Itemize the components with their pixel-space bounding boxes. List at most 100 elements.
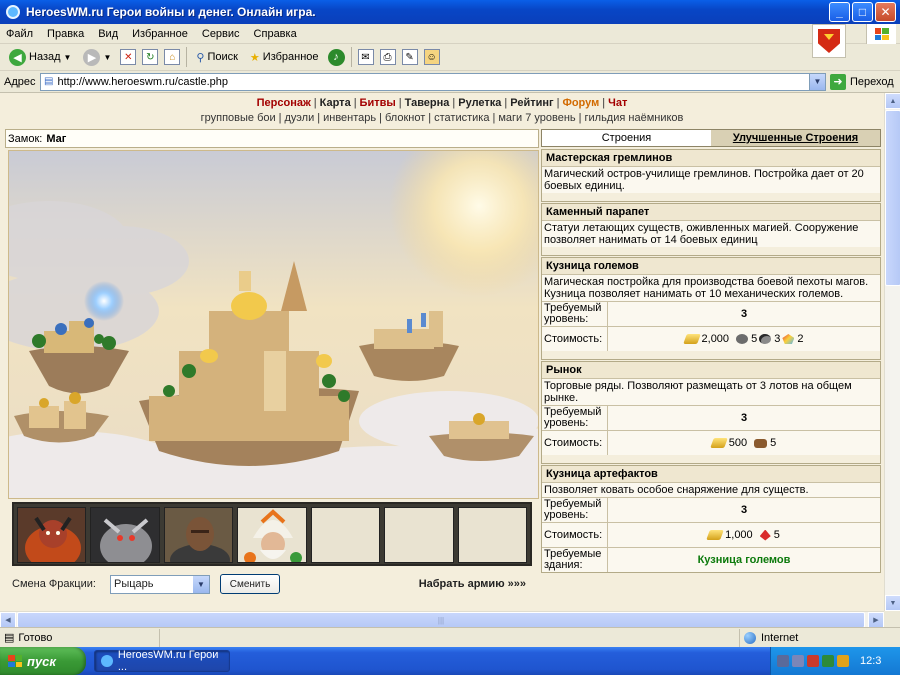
required-buildings-value[interactable]: Кузница големов	[608, 548, 880, 572]
nav-link[interactable]: Битвы	[360, 97, 396, 109]
window-titlebar: HeroesWM.ru Герои войны и денег. Онлайн …	[0, 0, 900, 24]
castle-header: Замок: Маг	[5, 129, 539, 148]
refresh-icon[interactable]: ↻	[142, 49, 159, 65]
taskbar-ie-window[interactable]: HeroesWM.ru Герои ...	[94, 649, 230, 673]
required-level-value: 3	[740, 412, 748, 424]
media-icon[interactable]: ♪	[327, 48, 345, 66]
wood-icon	[754, 438, 768, 448]
menu-view[interactable]: Вид	[98, 28, 118, 40]
nav-link[interactable]: Персонаж	[257, 97, 311, 109]
building-item: Мастерская гремлинов Магический остров-у…	[541, 149, 881, 202]
edit-icon[interactable]: ✎	[401, 49, 418, 65]
tab-upgraded-buildings[interactable]: Улучшенные Строения	[711, 130, 880, 146]
buildings-tabs: Строения Улучшенные Строения	[541, 129, 881, 147]
building-title: Кузница големов	[542, 258, 880, 274]
addon-tray-icon[interactable]	[837, 655, 849, 667]
hero-slot-4[interactable]	[237, 507, 307, 563]
tab-buildings[interactable]: Строения	[542, 130, 711, 146]
subnav-link[interactable]: статистика	[434, 112, 489, 124]
maximize-button[interactable]: □	[852, 2, 873, 22]
windows-flag-icon	[8, 655, 22, 667]
nav-link[interactable]: Рейтинг	[510, 97, 553, 109]
change-faction-button[interactable]: Сменить	[220, 574, 280, 594]
subnav-link[interactable]: дуэли	[285, 112, 315, 124]
faction-select[interactable]: Рыцарь ▼	[110, 574, 210, 594]
building-item: Кузница артефактов Позволяет ковать особ…	[541, 465, 881, 573]
scroll-left-icon[interactable]: ◀	[0, 612, 16, 628]
building-title: Каменный парапет	[542, 204, 880, 220]
building-item: Кузница големов Магическая постройка для…	[541, 257, 881, 360]
subnav-link[interactable]: гильдия наёмников	[585, 112, 684, 124]
nav-link[interactable]: Карта	[320, 97, 351, 109]
building-description: Позволяет ковать особое снаряжение для с…	[542, 482, 880, 497]
castle-name: Маг	[46, 132, 67, 145]
scroll-up-icon[interactable]: ▲	[885, 93, 900, 109]
forward-arrow-icon: ▶	[83, 48, 101, 66]
forward-button[interactable]: ▶ ▼	[80, 46, 114, 68]
hero-slot-1[interactable]	[17, 507, 87, 563]
building-description: Торговые ряды. Позволяют размещать от 3 …	[542, 378, 880, 405]
cost-label: Стоимость:	[542, 523, 608, 547]
messenger-icon[interactable]: ☺	[423, 49, 440, 65]
page-viewport: Персонаж | Карта | Битвы | Таверна | Рулетка | Рей…	[0, 93, 884, 611]
hero-slot-3[interactable]	[163, 507, 234, 563]
back-button[interactable]: ◀ Назад ▼	[6, 46, 74, 68]
menu-edit[interactable]: Правка	[47, 28, 84, 40]
go-arrow-icon: ➜	[830, 73, 846, 90]
recruit-army-link[interactable]: Набрать армию »»»	[419, 578, 526, 590]
browser-toolbar: ◀ Назад ▼ ▶ ▼ ✕ ↻ ⌂ ⚲ Поиск ★ Избранное …	[0, 44, 900, 71]
menu-favorites[interactable]: Избранное	[132, 28, 188, 40]
go-button[interactable]: ➜ Переход	[830, 73, 894, 90]
close-button[interactable]: ✕	[875, 2, 896, 22]
menu-tools[interactable]: Сервис	[202, 28, 240, 40]
window-title: HeroesWM.ru Герои войны и денег. Онлайн …	[26, 5, 316, 19]
minimize-button[interactable]: _	[829, 2, 850, 22]
volume-icon[interactable]	[792, 655, 804, 667]
address-label: Адрес	[4, 75, 36, 88]
scroll-thumb[interactable]	[885, 110, 900, 286]
required-level-value: 3	[740, 504, 748, 516]
mail-icon[interactable]: ✉	[357, 49, 374, 65]
menu-file[interactable]: Файл	[6, 28, 33, 40]
print-icon[interactable]: ⎙	[379, 49, 396, 65]
nav-link[interactable]: Таверна	[405, 97, 450, 109]
nav-link[interactable]: Чат	[608, 97, 627, 109]
horizontal-scrollbar[interactable]: ◀ ||| ▶	[0, 611, 884, 628]
building-title: Мастерская гремлинов	[542, 150, 880, 166]
search-button[interactable]: ⚲ Поиск	[193, 46, 241, 68]
subnav-link[interactable]: групповые бои	[201, 112, 276, 124]
page-icon: ▤	[44, 76, 54, 87]
hscroll-thumb[interactable]: |||	[17, 612, 865, 628]
subnav-link[interactable]: инвентарь	[323, 112, 376, 124]
vertical-scrollbar[interactable]: ▲ ▼	[884, 93, 900, 611]
gold-icon	[706, 530, 724, 540]
hero-slot-2[interactable]	[90, 507, 160, 563]
menu-help[interactable]: Справка	[254, 28, 297, 40]
security-zone: Internet	[740, 629, 900, 647]
internet-zone-icon	[744, 631, 756, 644]
network-icon[interactable]	[777, 655, 789, 667]
scroll-down-icon[interactable]: ▼	[885, 595, 900, 611]
chevron-down-icon: ▼	[193, 575, 209, 593]
nav-link[interactable]: Рулетка	[458, 97, 501, 109]
subnav-link[interactable]: маги 7 уровень	[498, 112, 575, 124]
nav-link[interactable]: Форум	[562, 97, 599, 109]
building-description: Магическая постройка для производства бо…	[542, 274, 880, 301]
scroll-right-icon[interactable]: ▶	[868, 612, 884, 628]
ie-icon	[6, 5, 20, 19]
subnav-link[interactable]: блокнот	[385, 112, 425, 124]
security-shield-icon[interactable]	[807, 655, 819, 667]
address-dropdown-icon[interactable]: ▼	[809, 73, 825, 90]
required-level-value: 3	[740, 308, 748, 320]
antivirus-icon[interactable]	[822, 655, 834, 667]
home-icon[interactable]: ⌂	[164, 49, 181, 65]
castle-scene-image[interactable]	[8, 150, 539, 499]
start-button[interactable]: пуск	[0, 647, 86, 675]
hero-slot-5-empty	[310, 507, 381, 563]
cost-values: 500 5	[608, 431, 880, 455]
building-item: Каменный парапет Статуи летающих существ…	[541, 203, 881, 256]
ie-icon	[101, 655, 113, 667]
favorites-button[interactable]: ★ Избранное	[247, 46, 322, 68]
stop-icon[interactable]: ✕	[120, 49, 137, 65]
address-input[interactable]: ▤ http://www.heroeswm.ru/castle.php ▼	[40, 72, 826, 91]
